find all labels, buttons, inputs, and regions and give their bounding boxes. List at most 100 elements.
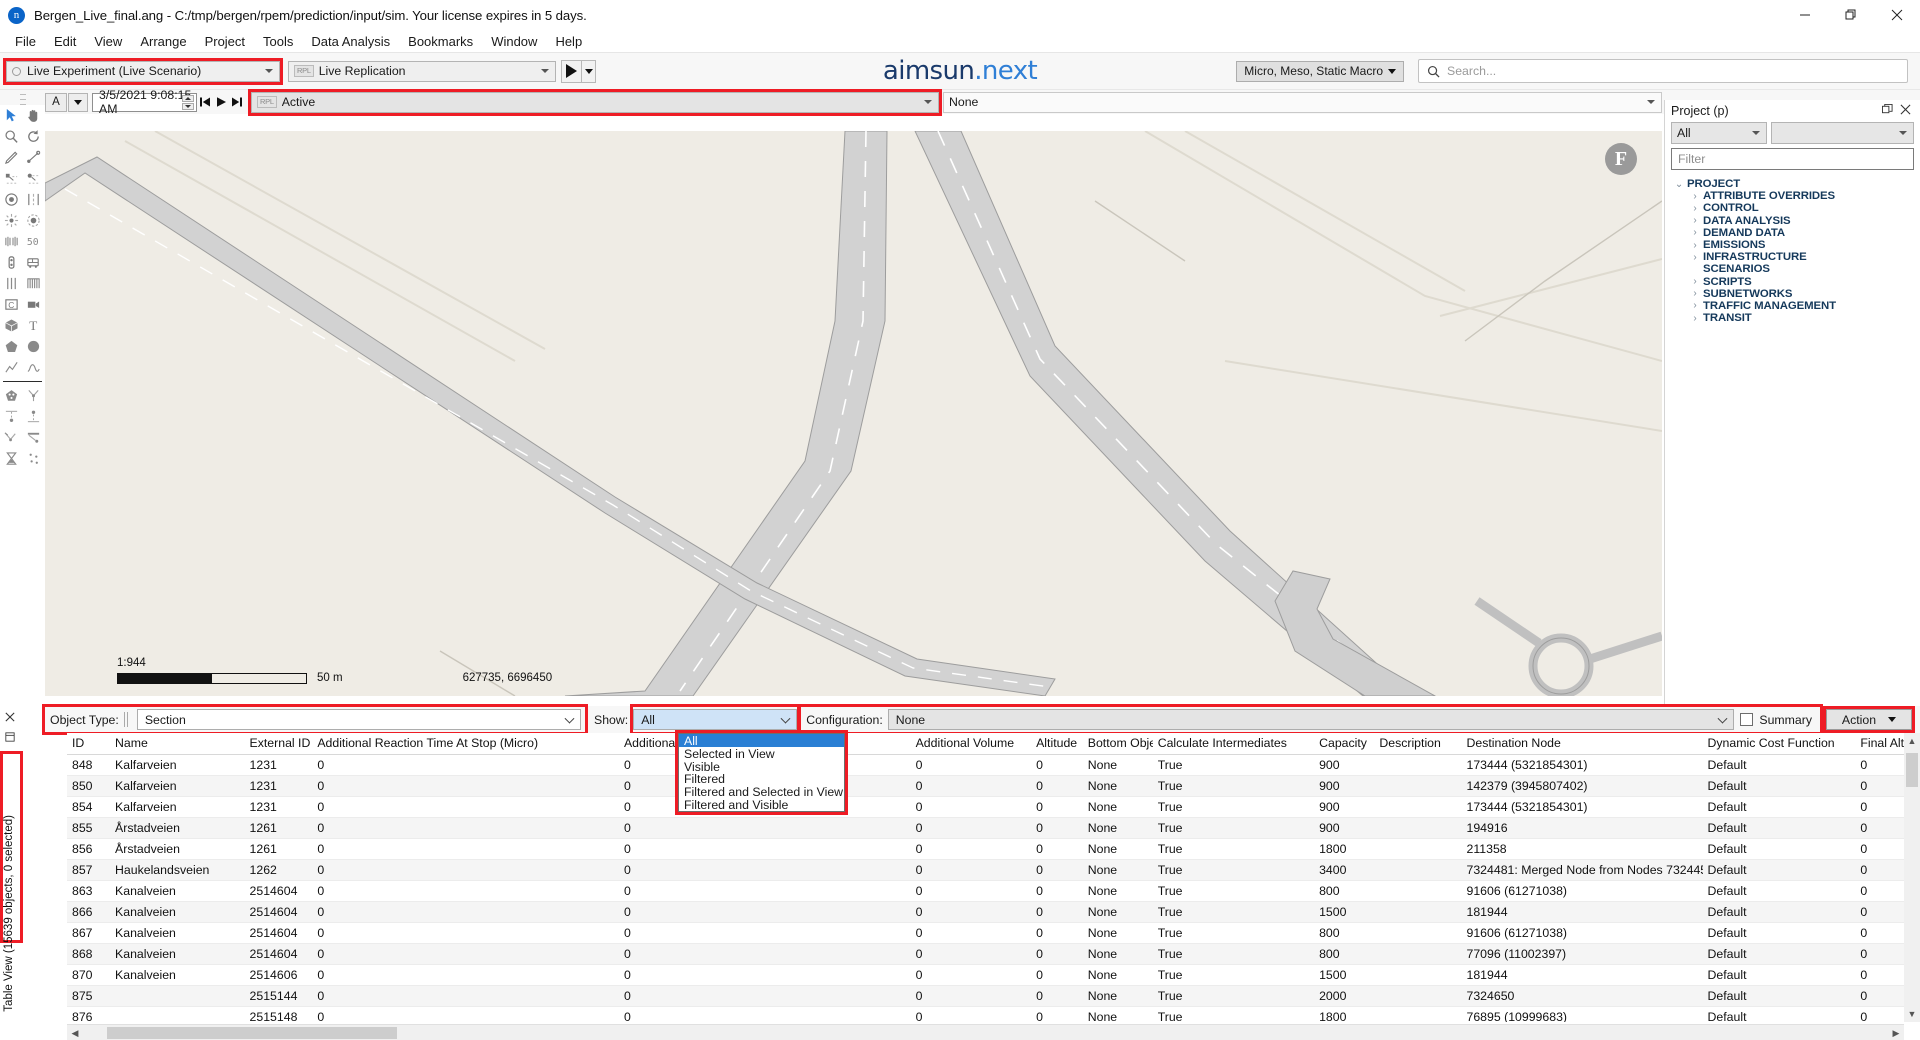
table-cell[interactable]: 1261 [245,838,313,859]
table-cell[interactable]: None [1083,922,1153,943]
table-cell[interactable]: 0 [911,1006,1032,1022]
tree-node-control[interactable]: ›CONTROL [1671,202,1920,214]
tree-node-demand-data[interactable]: ›DEMAND DATA [1671,227,1920,239]
table-cell[interactable]: 173444 (5321854301) [1462,754,1703,775]
arrow-split-tool[interactable] [0,427,23,448]
tree-node-subnetworks[interactable]: ›SUBNETWORKS [1671,288,1920,300]
hourglass-tool[interactable] [0,448,23,469]
col-additional-reaction-time-at-stop[interactable]: Additional Reaction Time At Stop (Micro) [312,733,619,754]
crosswalk-tool[interactable] [0,231,23,252]
table-cell[interactable] [1374,754,1461,775]
table-cell[interactable]: 0 [1031,943,1083,964]
table-cell[interactable]: True [1153,775,1314,796]
table-cell[interactable]: 800 [1314,880,1374,901]
table-cell[interactable]: Kalfarveien [110,754,245,775]
show-option-filtered-selected-in-view[interactable]: Filtered and Selected in View [679,785,844,798]
table-cell[interactable]: 0 [911,901,1032,922]
menu-data-analysis[interactable]: Data Analysis [302,32,399,51]
table-cell[interactable]: 800 [1314,922,1374,943]
show-option-selected-in-view[interactable]: Selected in View [679,747,844,760]
show-option-filtered[interactable]: Filtered [679,772,844,785]
table-cell[interactable]: 0 [619,964,911,985]
undock-icon[interactable] [1878,104,1896,118]
table-cell[interactable]: 0 [1031,838,1083,859]
vertical-detector-tool[interactable] [0,406,23,427]
layer-dropdown-button[interactable] [68,93,88,112]
table-row[interactable]: 87625151480000NoneTrue180076895 (1099968… [67,1006,1920,1022]
table-cell[interactable]: 7324650 [1462,985,1703,1006]
table-row[interactable]: 856Årstadveien12610000NoneTrue1800211358… [67,838,1920,859]
node-connector-tool[interactable] [0,168,23,189]
menu-help[interactable]: Help [546,32,591,51]
table-cell[interactable]: 0 [911,985,1032,1006]
show-option-visible[interactable]: Visible [679,760,844,773]
col-additional-volume[interactable]: Additional Volume [911,733,1032,754]
table-cell[interactable]: None [1083,1006,1153,1022]
table-cell[interactable]: 857 [67,859,110,880]
table-cell[interactable]: 91606 (61271038) [1462,922,1703,943]
show-select[interactable]: All [633,709,797,730]
col-description[interactable]: Description [1374,733,1461,754]
step-backward-button[interactable] [197,96,213,108]
control-plan-tool[interactable]: C [0,294,23,315]
menu-project[interactable]: Project [196,32,254,51]
show-option-all[interactable]: All [679,734,844,747]
table-cell[interactable]: None [1083,985,1153,1006]
table-cell[interactable]: Default [1703,775,1856,796]
table-cell[interactable]: 181944 [1462,964,1703,985]
table-cell[interactable]: 900 [1314,754,1374,775]
tree-node-infrastructure[interactable]: ›INFRASTRUCTURE [1671,251,1920,263]
scroll-up-icon[interactable]: ▲ [1904,733,1920,749]
table-cell[interactable]: 0 [312,754,619,775]
datetime-input[interactable]: 3/5/2021 9:08:15 AM [92,93,197,112]
replication-selector[interactable]: RPL Live Replication [288,61,556,82]
close-icon[interactable] [1896,104,1914,118]
vertical-point-tool[interactable] [23,406,46,427]
barrier-tool[interactable] [23,427,46,448]
table-cell[interactable]: 3400 [1314,859,1374,880]
table-cell[interactable]: Årstadveien [110,817,245,838]
select-arrow-tool[interactable] [0,105,23,126]
table-cell[interactable]: True [1153,817,1314,838]
table-cell[interactable]: 870 [67,964,110,985]
table-cell[interactable]: 0 [911,796,1032,817]
table-cell[interactable]: 142379 (3945807402) [1462,775,1703,796]
object-type-select[interactable]: Section [137,709,581,730]
menu-arrange[interactable]: Arrange [131,32,195,51]
menu-bookmarks[interactable]: Bookmarks [399,32,482,51]
project-filter-second-select[interactable] [1771,122,1914,144]
table-cell[interactable]: 1500 [1314,964,1374,985]
table-cell[interactable]: 0 [312,901,619,922]
table-cell[interactable]: None [1083,859,1153,880]
maximize-restore-button[interactable] [1828,0,1874,30]
table-cell[interactable]: 2000 [1314,985,1374,1006]
table-cell[interactable]: 0 [312,838,619,859]
table-cell[interactable]: 0 [619,922,911,943]
table-cell[interactable]: Default [1703,901,1856,922]
action-button[interactable]: Action [1826,709,1912,730]
experiment-selector[interactable]: Live Experiment (Live Scenario) [6,61,280,82]
table-cell[interactable]: Default [1703,838,1856,859]
table-cell[interactable] [1374,1006,1461,1022]
object-table[interactable]: ID Name External ID Additional Reaction … [67,733,1920,1022]
table-cell[interactable]: 1231 [245,775,313,796]
table-cell[interactable]: 0 [312,1006,619,1022]
crosshair-tool[interactable] [0,210,23,231]
table-cell[interactable]: True [1153,922,1314,943]
table-cell[interactable]: 0 [911,775,1032,796]
col-bottom-object[interactable]: Bottom Object [1083,733,1153,754]
table-cell[interactable]: 194916 [1462,817,1703,838]
col-capacity[interactable]: Capacity [1314,733,1374,754]
table-cell[interactable]: 0 [1031,922,1083,943]
menu-tools[interactable]: Tools [254,32,302,51]
table-vertical-scrollbar[interactable]: ▲ ▼ [1904,733,1920,1022]
table-cell[interactable]: True [1153,1006,1314,1022]
table-cell[interactable]: 0 [1031,817,1083,838]
table-cell[interactable]: 0 [619,943,911,964]
col-id[interactable]: ID [67,733,110,754]
table-cell[interactable]: 875 [67,985,110,1006]
polyline-tool[interactable] [0,357,23,378]
table-cell[interactable]: None [1083,943,1153,964]
play-step-button[interactable] [213,96,229,108]
table-cell[interactable]: Default [1703,817,1856,838]
